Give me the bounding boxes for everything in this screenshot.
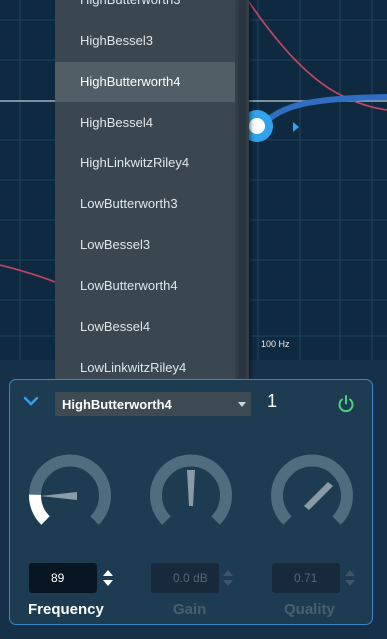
gain-input[interactable]: 0.0 dB [151, 563, 219, 593]
quality-stepper-icon[interactable] [344, 566, 356, 590]
chevron-down-icon[interactable] [22, 394, 40, 408]
gain-knob[interactable] [143, 448, 239, 544]
quality-label: Quality [284, 601, 335, 618]
quality-input[interactable]: 0.71 [272, 563, 340, 593]
caret-down-icon [238, 402, 246, 407]
dropdown-scrollbar[interactable] [235, 0, 249, 387]
quality-knob[interactable] [264, 448, 360, 544]
frequency-knob[interactable] [22, 448, 118, 544]
dropdown-item-lowbessel3[interactable]: LowBessel3 [55, 225, 235, 265]
filter-type-value: HighButterworth4 [62, 397, 172, 412]
frequency-label: Frequency [28, 601, 104, 618]
filter-type-select[interactable]: HighButterworth4 [55, 392, 251, 416]
power-icon[interactable] [336, 394, 356, 414]
frequency-input[interactable]: 89 [29, 563, 97, 593]
dropdown-item-lowbutterworth3[interactable]: LowButterworth3 [55, 184, 235, 224]
gain-label: Gain [173, 601, 207, 618]
band-number: 1 [267, 391, 278, 411]
dropdown-item-highbessel3[interactable]: HighBessel3 [55, 21, 235, 61]
bottom-strip [0, 625, 387, 639]
dropdown-item-lowbutterworth4[interactable]: LowButterworth4 [55, 266, 235, 306]
dropdown-item-partial[interactable]: HighButterworth3 [55, 0, 235, 20]
band-panel: HighButterworth4 1 89 0.0 dB 0.71 Freque… [9, 379, 373, 625]
dropdown-item-lowbessel4[interactable]: LowBessel4 [55, 307, 235, 347]
filter-type-dropdown[interactable]: HighButterworth3 HighBessel3 HighButterw… [55, 0, 249, 387]
dropdown-item-highbutterworth4[interactable]: HighButterworth4 [55, 62, 235, 102]
dropdown-item-highbessel4[interactable]: HighBessel4 [55, 103, 235, 143]
dropdown-scrollbar-thumb[interactable] [238, 0, 246, 387]
gain-stepper-icon[interactable] [222, 566, 234, 590]
freq-axis-label: 100 Hz [261, 339, 290, 349]
dropdown-item-highlinkwitzriley4[interactable]: HighLinkwitzRiley4 [55, 143, 235, 183]
frequency-stepper-icon[interactable] [102, 566, 114, 590]
